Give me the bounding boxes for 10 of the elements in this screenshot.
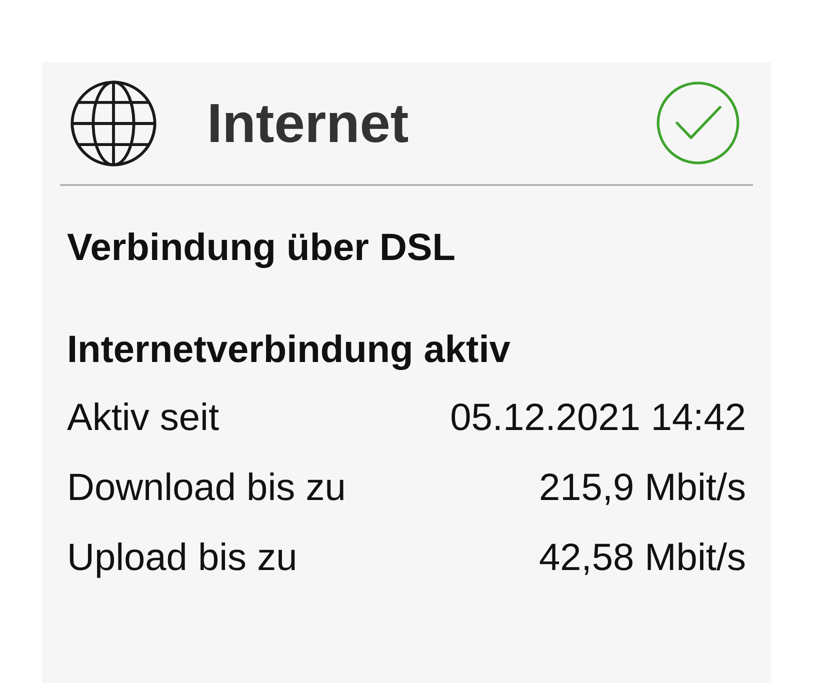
connection-type: Verbindung über DSL bbox=[67, 227, 456, 269]
info-label: Aktiv seit bbox=[67, 397, 220, 439]
info-value: 05.12.2021 14:42 bbox=[450, 397, 746, 439]
info-value: 215,9 Mbit/s bbox=[539, 467, 746, 509]
info-label: Download bis zu bbox=[67, 467, 346, 509]
info-value: 42,58 Mbit/s bbox=[539, 537, 746, 579]
info-label: Upload bis zu bbox=[67, 537, 298, 579]
card-title: Internet bbox=[207, 91, 409, 155]
status-heading: Internetverbindung aktiv bbox=[67, 329, 510, 371]
globe-icon bbox=[70, 80, 157, 166]
